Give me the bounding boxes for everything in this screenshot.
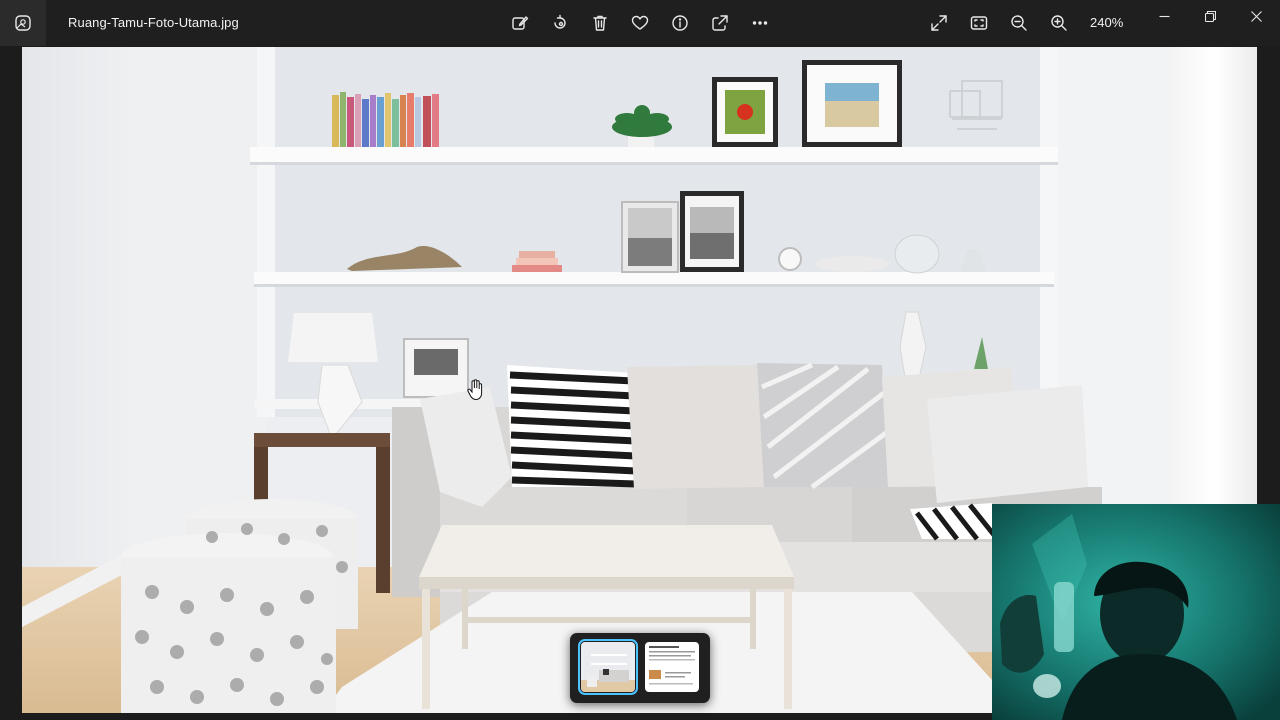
info-button[interactable]	[668, 11, 692, 35]
favorite-heart-icon	[631, 15, 649, 30]
fullscreen-icon	[931, 15, 947, 31]
file-name-title: Ruang-Tamu-Foto-Utama.jpg	[68, 15, 239, 30]
more-options-icon	[752, 21, 768, 25]
rotate-button[interactable]	[548, 11, 572, 35]
document-thumbnail	[645, 642, 699, 692]
fit-to-window-button[interactable]	[967, 11, 991, 35]
share-button[interactable]	[708, 11, 732, 35]
rotate-icon	[554, 14, 566, 29]
favorite-button[interactable]	[628, 11, 652, 35]
restore-icon	[1204, 10, 1216, 22]
close-icon	[1250, 10, 1262, 22]
restore-button[interactable]	[1187, 0, 1233, 32]
photos-app-icon[interactable]	[0, 0, 46, 46]
webcam-overlay	[992, 504, 1280, 720]
photos-logo-icon	[15, 15, 31, 31]
share-icon	[712, 15, 728, 31]
delete-button[interactable]	[588, 11, 612, 35]
webcam-feed-image	[992, 504, 1280, 720]
filmstrip-thumbnail-1[interactable]	[578, 639, 638, 695]
fit-to-window-icon	[970, 16, 988, 30]
minimize-icon	[1159, 15, 1169, 17]
zoom-out-icon	[1011, 15, 1027, 31]
living-room-thumbnail	[581, 642, 635, 692]
zoom-in-icon	[1051, 15, 1067, 31]
info-icon	[672, 15, 688, 31]
edit-image-button[interactable]	[508, 11, 532, 35]
delete-icon	[593, 15, 607, 31]
zoom-in-button[interactable]	[1047, 11, 1071, 35]
more-options-button[interactable]	[748, 11, 772, 35]
minimize-button[interactable]	[1141, 0, 1187, 32]
edit-image-icon	[512, 16, 529, 30]
zoom-out-button[interactable]	[1007, 11, 1031, 35]
zoom-level-indicator[interactable]: 240%	[1090, 15, 1123, 30]
title-bar: Ruang-Tamu-Foto-Utama.jpg 240%	[0, 0, 1280, 46]
close-button[interactable]	[1233, 0, 1279, 32]
filmstrip	[570, 633, 710, 703]
fullscreen-button[interactable]	[927, 11, 951, 35]
hand-cursor-icon	[467, 379, 483, 401]
filmstrip-thumbnail-2[interactable]	[645, 642, 699, 692]
